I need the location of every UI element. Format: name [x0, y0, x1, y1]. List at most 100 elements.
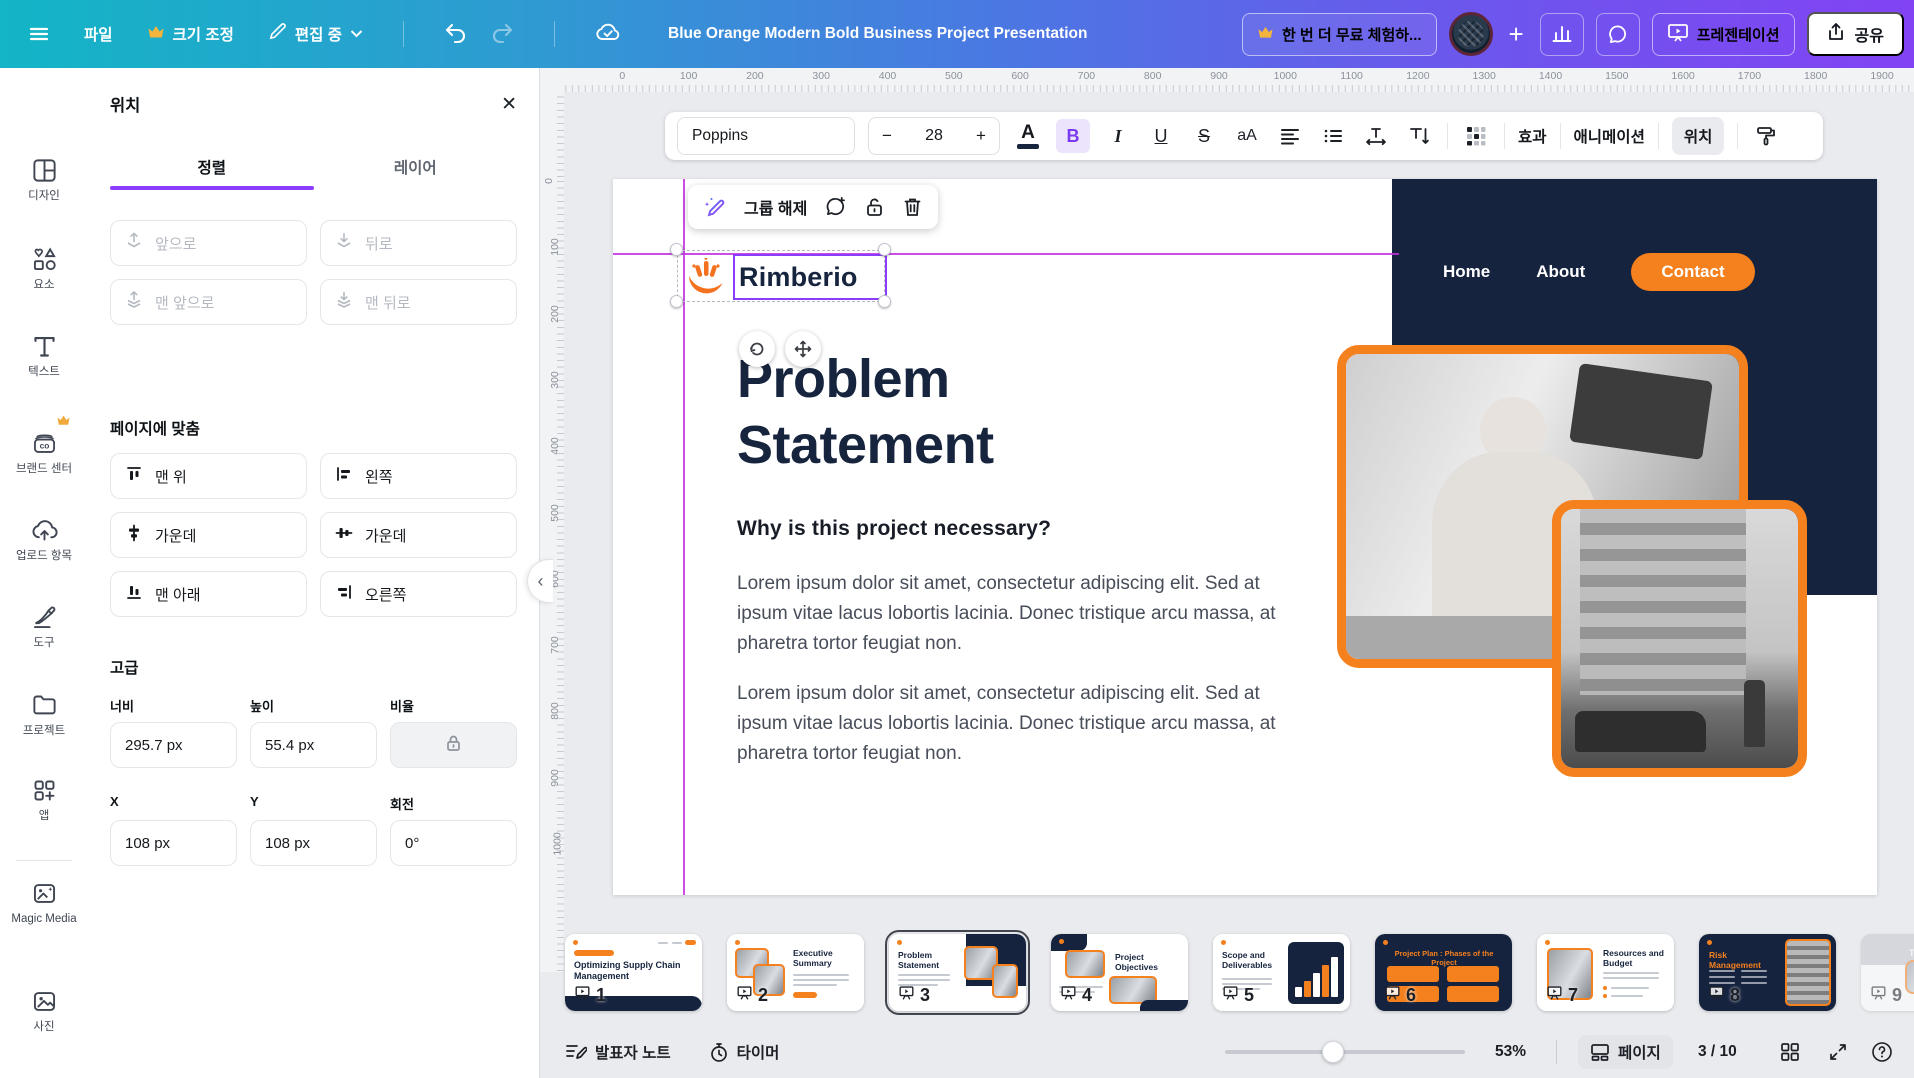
animate-button[interactable]: 애니메이션	[1574, 125, 1645, 147]
width-input[interactable]: 295.7 px	[110, 722, 237, 768]
sidebar-item-projects[interactable]: 프로젝트	[0, 692, 88, 738]
slide-photo-building[interactable]	[1552, 500, 1807, 777]
sidebar-item-photos[interactable]: 사진	[0, 988, 88, 1034]
hamburger-menu-icon[interactable]	[28, 23, 50, 45]
slide-thumbnail-8[interactable]: Risk Management 8	[1699, 934, 1836, 1011]
close-icon[interactable]: ✕	[501, 95, 517, 114]
help-icon[interactable]	[1866, 1036, 1898, 1068]
bring-to-front-button[interactable]: 맨 앞으로	[110, 279, 307, 325]
sidebar-item-design[interactable]: 디자인	[0, 157, 88, 203]
underline-button[interactable]: U	[1146, 119, 1176, 153]
slide-thumbnail-3[interactable]: Problem Statement 3	[889, 934, 1026, 1011]
send-backward-button[interactable]: 뒤로	[320, 220, 517, 266]
redo-icon[interactable]	[490, 21, 514, 48]
slide-title[interactable]: Problem Statement	[737, 347, 1207, 479]
slide-nav-about[interactable]: About	[1536, 262, 1585, 282]
font-family-select[interactable]: Poppins	[677, 117, 855, 155]
tab-align[interactable]: 정렬	[110, 144, 314, 190]
align-right-button[interactable]: 오른쪽	[320, 571, 517, 617]
editing-mode-menu[interactable]: 편집 중	[268, 22, 363, 46]
position-button[interactable]: 위치	[1672, 117, 1725, 155]
font-size-increase-button[interactable]: +	[976, 126, 986, 146]
magic-edit-icon[interactable]	[703, 195, 727, 219]
slide-thumbnail-9[interactable]: Team 9	[1861, 934, 1914, 1011]
bold-button[interactable]: B	[1056, 119, 1090, 153]
resize-menu[interactable]: 크기 조정	[147, 23, 234, 45]
slide-thumbnail-2[interactable]: Executive Summary 2	[727, 934, 864, 1011]
slide-thumbnail-4[interactable]: Project Objectives 4	[1051, 934, 1188, 1011]
rotate-handle[interactable]	[739, 331, 775, 367]
font-size-value[interactable]: 28	[925, 127, 943, 145]
sidebar-item-magic-media[interactable]: Magic Media	[0, 880, 88, 926]
sidebar-item-apps[interactable]: 앱	[0, 777, 88, 823]
copy-style-roller-icon[interactable]	[1751, 119, 1781, 153]
timer-button[interactable]: 타이머	[709, 1041, 780, 1063]
selection-handle-top-left[interactable]	[670, 243, 683, 256]
saved-cloud-check-icon[interactable]	[595, 21, 621, 48]
list-button[interactable]	[1318, 119, 1348, 153]
line-height-button[interactable]	[1404, 119, 1434, 153]
presenter-notes-button[interactable]: 발표자 노트	[565, 1041, 671, 1063]
avatar[interactable]	[1449, 12, 1493, 56]
fullscreen-icon[interactable]	[1822, 1036, 1854, 1068]
free-trial-button[interactable]: 한 번 더 무료 체험하...	[1242, 13, 1437, 56]
pencil-icon	[268, 22, 287, 46]
slide-nav-home[interactable]: Home	[1443, 262, 1490, 282]
add-member-button[interactable]: +	[1505, 19, 1528, 50]
y-input[interactable]: 108 px	[250, 820, 377, 866]
add-comment-icon[interactable]	[824, 196, 847, 218]
text-color-button[interactable]: A	[1013, 119, 1043, 153]
sidebar-item-elements[interactable]: 요소	[0, 246, 88, 292]
slide-thumbnail-6[interactable]: Project Plan : Phases of the Project 6	[1375, 934, 1512, 1011]
insights-button[interactable]	[1540, 13, 1584, 56]
ratio-lock-button[interactable]	[390, 722, 517, 768]
rotation-input[interactable]: 0°	[390, 820, 517, 866]
ungroup-button[interactable]: 그룹 해제	[744, 195, 807, 219]
pages-view-button[interactable]: 페이지	[1578, 1035, 1673, 1069]
send-to-back-button[interactable]: 맨 뒤로	[320, 279, 517, 325]
selection-handle-bottom-right[interactable]	[878, 295, 891, 308]
sidebar-item-brand-center[interactable]: co 브랜드 센터	[0, 430, 88, 476]
move-handle[interactable]	[785, 331, 821, 367]
slide-thumbnail-1[interactable]: Optimizing Supply Chain Management 1	[565, 934, 702, 1011]
selection-handle-top-right[interactable]	[878, 243, 891, 256]
align-left-button[interactable]: 왼쪽	[320, 453, 517, 499]
align-bottom-button[interactable]: 맨 아래	[110, 571, 307, 617]
text-case-button[interactable]: aA	[1232, 119, 1262, 153]
strikethrough-button[interactable]: S	[1189, 119, 1219, 153]
text-align-button[interactable]	[1275, 119, 1305, 153]
document-title[interactable]: Blue Orange Modern Bold Business Project…	[668, 0, 1087, 68]
letter-spacing-button[interactable]	[1361, 119, 1391, 153]
tab-layers[interactable]: 레이어	[314, 144, 518, 190]
effects-button[interactable]: 효과	[1518, 125, 1547, 147]
unlock-icon[interactable]	[864, 196, 885, 218]
italic-button[interactable]: I	[1103, 119, 1133, 153]
font-size-decrease-button[interactable]: −	[882, 126, 892, 146]
center-vertically-button[interactable]: 가운데	[320, 512, 517, 558]
height-input[interactable]: 55.4 px	[250, 722, 377, 768]
selection-handle-bottom-left[interactable]	[670, 295, 683, 308]
zoom-slider[interactable]	[1225, 1050, 1465, 1054]
slide-nav-contact-button[interactable]: Contact	[1631, 253, 1754, 291]
slide-subtitle[interactable]: Why is this project necessary?	[737, 517, 1051, 541]
file-menu[interactable]: 파일	[84, 23, 113, 45]
undo-icon[interactable]	[444, 21, 468, 48]
zoom-slider-thumb[interactable]	[1322, 1041, 1344, 1063]
slide-thumbnail-7[interactable]: Resources and Budget 7	[1537, 934, 1674, 1011]
sidebar-item-text[interactable]: 텍스트	[0, 333, 88, 379]
align-top-button[interactable]: 맨 위	[110, 453, 307, 499]
x-input[interactable]: 108 px	[110, 820, 237, 866]
slide-thumbnail-5[interactable]: Scope and Deliverables 5	[1213, 934, 1350, 1011]
transparency-button[interactable]	[1461, 119, 1491, 153]
slide-body-paragraph[interactable]: Lorem ipsum dolor sit amet, consectetur …	[737, 679, 1282, 769]
sidebar-item-uploads[interactable]: 업로드 항목	[0, 517, 88, 563]
comments-button[interactable]	[1596, 13, 1640, 56]
center-horizontally-button[interactable]: 가운데	[110, 512, 307, 558]
present-button[interactable]: 프레젠테이션	[1652, 13, 1795, 56]
grid-view-icon[interactable]	[1774, 1036, 1806, 1068]
sidebar-item-tools[interactable]: 도구	[0, 604, 88, 650]
delete-icon[interactable]	[902, 196, 923, 218]
share-button[interactable]: 공유	[1807, 12, 1904, 56]
slide-body-paragraph[interactable]: Lorem ipsum dolor sit amet, consectetur …	[737, 569, 1282, 659]
bring-forward-button[interactable]: 앞으로	[110, 220, 307, 266]
